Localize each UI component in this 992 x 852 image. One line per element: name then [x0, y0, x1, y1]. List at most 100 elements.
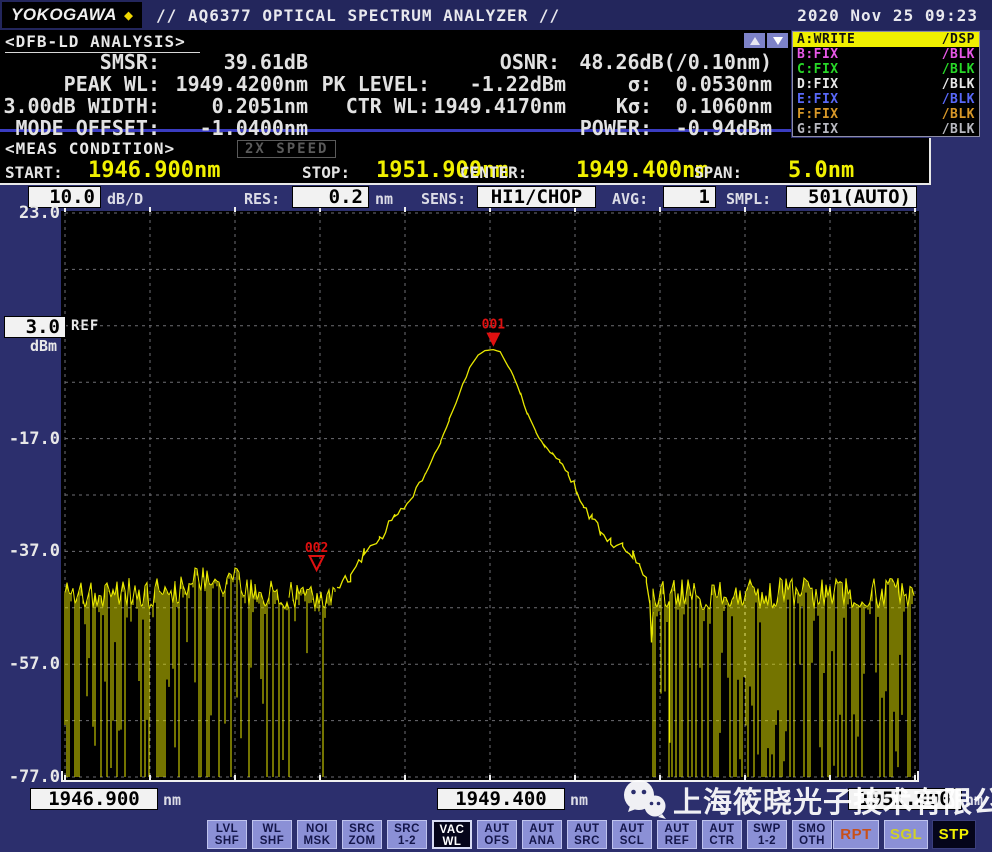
meas-field-label: START:: [5, 163, 63, 182]
marker-label: 002: [305, 541, 328, 556]
softkey-aut-ref[interactable]: AUTREF: [657, 820, 697, 849]
trace-mode: /BLK: [942, 62, 975, 77]
up-arrow-icon: [750, 37, 760, 45]
meas-field-value: 5.0nm: [788, 158, 854, 183]
analysis-field-label: MODE OFFSET:: [16, 116, 161, 140]
sampling-label: SMPL:: [726, 190, 771, 208]
analysis-field-label: σ:: [628, 72, 652, 96]
softkey-smo-oth[interactable]: SMOOTH: [792, 820, 832, 849]
trace-row-a[interactable]: A:WRITE/DSP: [793, 32, 979, 47]
wechat-icon: [622, 779, 668, 821]
softkey-noi-msk[interactable]: NOIMSK: [297, 820, 337, 849]
analysis-field-label: 3.00dB WIDTH:: [3, 94, 160, 118]
analysis-field-value: 39.61dB: [224, 50, 308, 74]
softkey-aut-ana[interactable]: AUTANA: [522, 820, 562, 849]
trace-row-c[interactable]: C:FIX/BLK: [793, 62, 979, 77]
sensitivity-label: SENS:: [421, 190, 466, 208]
x-start-field[interactable]: 1946.900: [30, 788, 158, 810]
softkey-aut-src[interactable]: AUTSRC: [567, 820, 607, 849]
softkey-bar: LVLSHFWLSHFNOIMSKSRCZOMSRC1-2VACWLAUTOFS…: [0, 819, 992, 852]
trace-name: D:FIX: [797, 77, 839, 92]
x-center-unit: nm: [570, 791, 588, 809]
softkey-stp[interactable]: STP: [932, 820, 976, 849]
resolution-field[interactable]: 0.2: [292, 186, 369, 208]
analysis-field-value: -1.22dBm: [470, 72, 566, 96]
trace-mode: /BLK: [942, 122, 975, 137]
scroll-down-button[interactable]: [767, 33, 788, 48]
trace-name: G:FIX: [797, 122, 839, 137]
trace-row-e[interactable]: E:FIX/BLK: [793, 92, 979, 107]
marker-label: 001: [482, 318, 506, 333]
trace-mode: /DSP: [942, 32, 975, 47]
down-arrow-icon: [773, 37, 783, 45]
softkey-src-1-2[interactable]: SRC1-2: [387, 820, 427, 849]
trace-row-f[interactable]: F:FIX/BLK: [793, 107, 979, 122]
resolution-unit: nm: [375, 190, 393, 208]
analysis-field-value: 1949.4200nm: [176, 72, 308, 96]
analysis-field-label: PK LEVEL:: [322, 72, 430, 96]
meas-condition-title: <MEAS CONDITION>: [5, 139, 175, 158]
analysis-field-label: POWER:: [580, 116, 652, 140]
meas-field-label: CENTER:: [460, 163, 527, 182]
analysis-field-value: 0.0530nm: [676, 72, 772, 96]
softkey-aut-ofs[interactable]: AUTOFS: [477, 820, 517, 849]
level-scale-unit: dB/D: [107, 190, 143, 208]
trace-name: C:FIX: [797, 62, 839, 77]
meas-field-value: 1946.900nm: [88, 158, 220, 183]
meas-condition-panel: <MEAS CONDITION> 2X SPEED START: 1946.900…: [0, 138, 931, 185]
ref-level-field[interactable]: 3.0: [4, 316, 66, 338]
analysis-field-label: SMSR:: [100, 50, 160, 74]
trace-mode: /BLK: [942, 107, 975, 122]
softkey-vac-wl[interactable]: VACWL: [432, 820, 472, 849]
softkey-swp-1-2[interactable]: SWP1-2: [747, 820, 787, 849]
y-axis-label: 23.0: [19, 203, 60, 223]
x-center-field[interactable]: 1949.400: [437, 788, 565, 810]
analysis-field-value: 48.26dB(/0.10nm): [579, 50, 772, 74]
sensitivity-field[interactable]: HI1/CHOP: [477, 186, 596, 208]
analysis-field-label: OSNR:: [500, 50, 560, 74]
scroll-up-button[interactable]: [744, 33, 765, 48]
analysis-field-label: CTR WL:: [346, 94, 430, 118]
meas-field-value: 1949.400nm: [576, 158, 708, 183]
trace-mode: /BLK: [942, 92, 975, 107]
analysis-field-value: 1949.4170nm: [434, 94, 566, 118]
analysis-field-label: Kσ:: [616, 94, 652, 118]
softkey-aut-scl[interactable]: AUTSCL: [612, 820, 652, 849]
meas-field-label: SPAN:: [694, 163, 742, 182]
watermark-text: 上海筱晓光子技术有限公司: [673, 779, 992, 821]
softkey-aut-ctr[interactable]: AUTCTR: [702, 820, 742, 849]
trace-status-panel: A:WRITE/DSPB:FIX/BLKC:FIX/BLKD:FIX/BLKE:…: [792, 31, 980, 137]
watermark: 上海筱晓光子技术有限公司: [622, 778, 992, 822]
analysis-field-value: 0.1060nm: [676, 94, 772, 118]
sampling-field[interactable]: 501(AUTO): [786, 186, 917, 208]
ref-line-label: REF: [71, 318, 99, 334]
trace-name: B:FIX: [797, 47, 839, 62]
trace-row-g[interactable]: G:FIX/BLK: [793, 122, 979, 137]
sweep-speed-badge: 2X SPEED: [237, 140, 336, 158]
y-axis-label: -37.0: [9, 541, 60, 561]
average-label: AVG:: [612, 190, 648, 208]
resolution-label: RES:: [244, 190, 280, 208]
y-axis-label: -77.0: [9, 767, 60, 787]
meas-field-label: STOP:: [302, 163, 350, 182]
average-field[interactable]: 1: [663, 186, 716, 208]
softkey-src-zom[interactable]: SRCZOM: [342, 820, 382, 849]
softkey-rpt[interactable]: RPT: [833, 820, 879, 849]
y-axis-label: -57.0: [9, 654, 60, 674]
y-axis-label: -17.0: [9, 429, 60, 449]
osa-screen: YOKOGAWA ◆ // AQ6377 OPTICAL SPECTRUM AN…: [0, 0, 992, 852]
trace-row-b[interactable]: B:FIX/BLK: [793, 47, 979, 62]
trace-name: A:WRITE: [797, 32, 855, 47]
dfb-ld-analysis-panel: <DFB-LD ANALYSIS> SMSR:39.61dBOSNR:48.26…: [0, 30, 791, 138]
softkey-lvl-shf[interactable]: LVLSHF: [207, 820, 247, 849]
softkey-wl-shf[interactable]: WLSHF: [252, 820, 292, 849]
trace-row-d[interactable]: D:FIX/BLK: [793, 77, 979, 92]
x-start-unit: nm: [163, 791, 181, 809]
trace-mode: /BLK: [942, 47, 975, 62]
ref-unit-label: dBm: [30, 337, 57, 355]
trace-mode: /BLK: [942, 77, 975, 92]
analysis-field-value: -0.94dBm: [676, 116, 772, 140]
analysis-field-label: PEAK WL:: [64, 72, 160, 96]
trace-name: F:FIX: [797, 107, 839, 122]
softkey-sgl[interactable]: SGL: [884, 820, 928, 849]
